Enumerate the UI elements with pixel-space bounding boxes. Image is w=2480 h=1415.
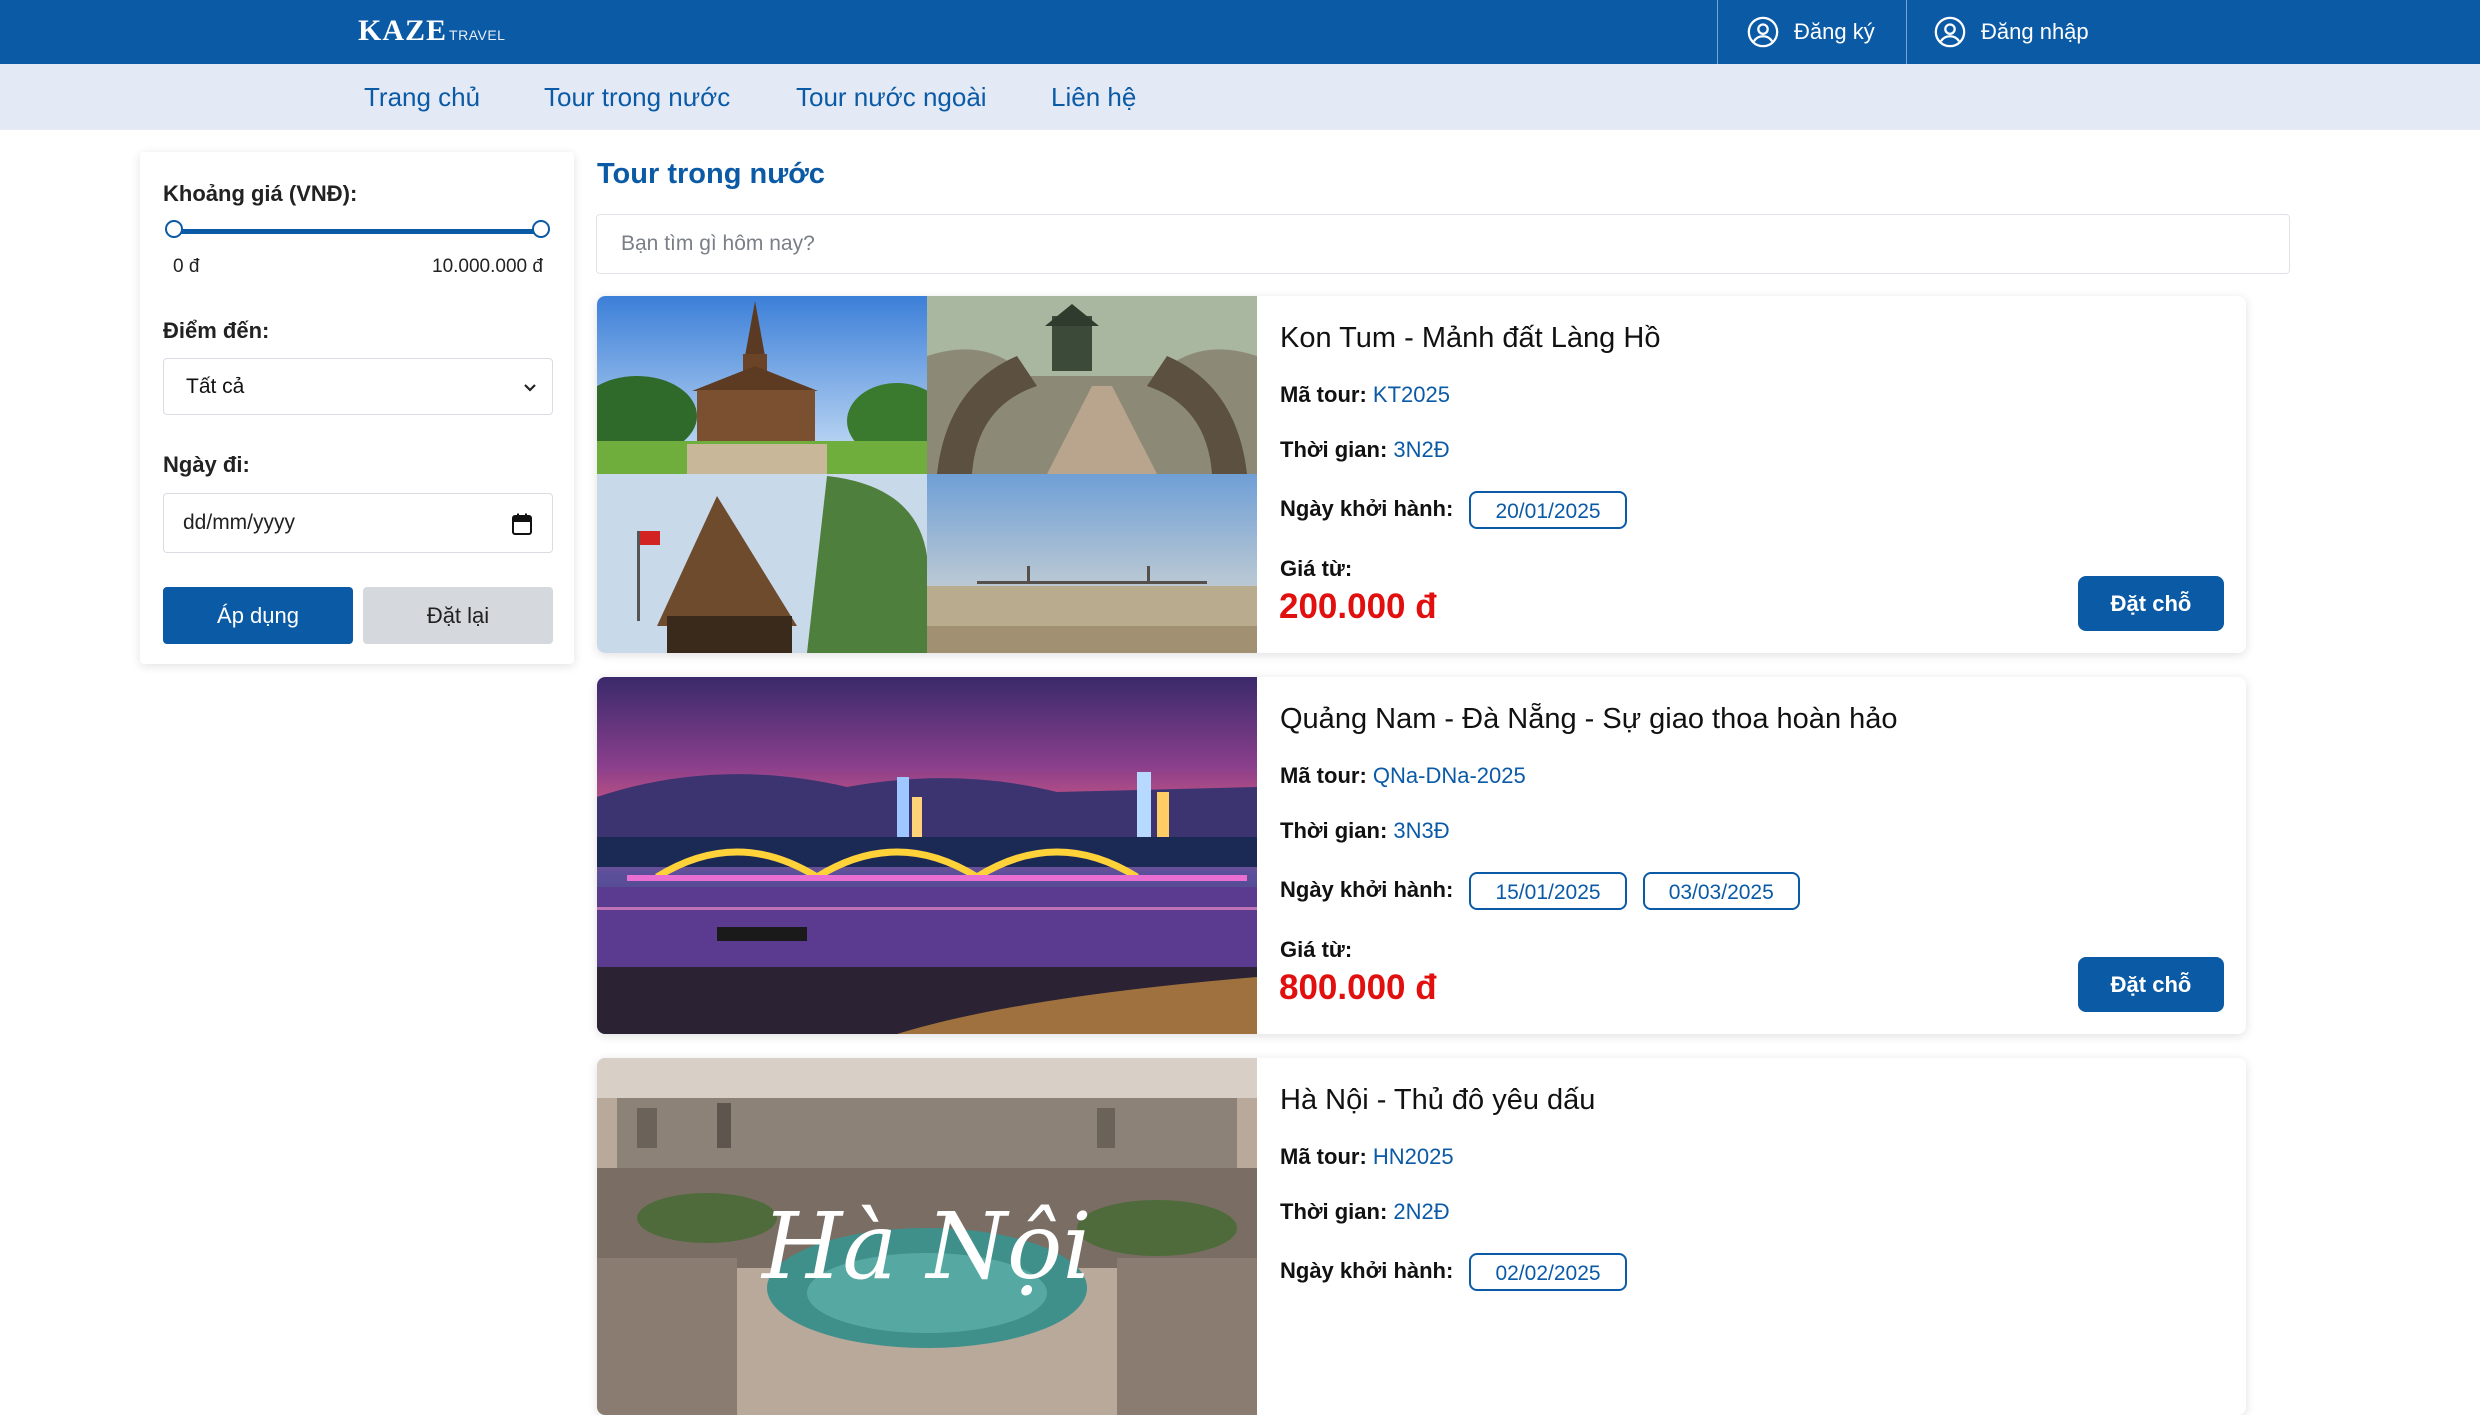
departure-date-chip[interactable]: 20/01/2025 — [1469, 491, 1627, 529]
price-range-label: Khoảng giá (VNĐ): — [163, 181, 358, 206]
tour-duration-label: Thời gian: — [1280, 818, 1388, 843]
tour-photo[interactable] — [597, 677, 1257, 1034]
brand-sub: TRAVEL — [449, 27, 506, 43]
photo-caption: Hà Nội — [760, 1193, 1092, 1300]
filter-panel: Khoảng giá (VNĐ): 0 đ 10.000.000 đ Điểm … — [140, 152, 574, 664]
tour-code-row: Mã tour: QNa-DNa-2025 — [1280, 763, 1526, 789]
tour-duration-label: Thời gian: — [1280, 1199, 1388, 1224]
login-button[interactable]: Đăng nhập — [1906, 0, 2106, 64]
price-max-value: 10.000.000 đ — [432, 256, 543, 277]
tour-dates-label: Ngày khởi hành: — [1280, 876, 1454, 902]
tour-photo[interactable] — [597, 296, 1257, 653]
tour-card: Quảng Nam - Đà Nẵng - Sự giao thoa hoàn … — [597, 677, 2246, 1034]
date-placeholder: dd/mm/yyyy — [183, 511, 296, 534]
tour-code: QNa-DNa-2025 — [1372, 763, 1526, 788]
tour-code: HN2025 — [1372, 1144, 1454, 1169]
calendar-icon[interactable] — [512, 513, 532, 535]
tour-dates-label: Ngày khởi hành: — [1280, 495, 1454, 521]
tour-code-row: Mã tour: HN2025 — [1280, 1144, 1454, 1170]
destination-label: Điểm đến: — [163, 318, 270, 343]
price-min-value: 0 đ — [173, 256, 200, 277]
tour-duration: 3N2Đ — [1393, 437, 1450, 462]
tour-duration-row: Thời gian: 3N3Đ — [1280, 818, 1450, 844]
book-button[interactable]: Đặt chỗ — [2078, 957, 2224, 1012]
departure-date-chip[interactable]: 15/01/2025 — [1469, 872, 1627, 910]
book-button[interactable]: Đặt chỗ — [2078, 576, 2224, 631]
price-label: Giá từ: — [1280, 556, 1353, 581]
price-range-track[interactable] — [174, 229, 541, 234]
brand-name: KAZE — [358, 14, 448, 47]
tour-price: 200.000 đ — [1279, 587, 1437, 626]
price-max-handle[interactable] — [532, 220, 550, 238]
login-label: Đăng nhập — [1981, 19, 2089, 44]
tour-dates-row: Ngày khởi hành: 02/02/2025 — [1280, 1253, 1627, 1291]
departure-date-chip[interactable]: 03/03/2025 — [1642, 872, 1800, 910]
departure-date-input[interactable]: dd/mm/yyyy — [163, 493, 553, 553]
tour-duration: 3N3Đ — [1393, 818, 1450, 843]
apply-filter-button[interactable]: Áp dụng — [163, 587, 353, 644]
tour-duration-row: Thời gian: 2N2Đ — [1280, 1199, 1450, 1225]
tour-duration: 2N2Đ — [1393, 1199, 1450, 1224]
tour-code-label: Mã tour: — [1280, 1144, 1367, 1169]
tour-dates-label: Ngày khởi hành: — [1280, 1257, 1454, 1283]
register-label: Đăng ký — [1794, 19, 1875, 44]
main-nav: Trang chủ Tour trong nước Tour nước ngoà… — [0, 64, 2480, 130]
nav-item-domestic-tours[interactable]: Tour trong nước — [544, 82, 730, 113]
date-label: Ngày đi: — [163, 452, 250, 477]
tour-code-label: Mã tour: — [1280, 763, 1367, 788]
price-min-handle[interactable] — [165, 220, 183, 238]
departure-date-chip[interactable]: 02/02/2025 — [1469, 1253, 1627, 1291]
tour-card: Kon Tum - Mảnh đất Làng Hồ Mã tour: KT20… — [597, 296, 2246, 653]
tour-name[interactable]: Quảng Nam - Đà Nẵng - Sự giao thoa hoàn … — [1280, 703, 1898, 736]
tour-photo[interactable]: Hà Nội — [597, 1058, 1257, 1415]
tour-duration-label: Thời gian: — [1280, 437, 1388, 462]
destination-select[interactable]: Tất cả — [163, 358, 553, 415]
tour-card: Hà Nội Hà Nội - Thủ đô yêu dấu Mã tour: … — [597, 1058, 2246, 1415]
price-label: Giá từ: — [1280, 937, 1353, 962]
tour-dates-row: Ngày khởi hành: 15/01/2025 03/03/2025 — [1280, 872, 1800, 910]
nav-item-international-tours[interactable]: Tour nước ngoài — [796, 82, 987, 113]
chevron-down-icon — [524, 384, 536, 392]
tour-code-row: Mã tour: KT2025 — [1280, 382, 1450, 408]
tour-dates-row: Ngày khởi hành: 20/01/2025 — [1280, 491, 1627, 529]
search-input[interactable]: Bạn tìm gì hôm nay? — [596, 214, 2290, 274]
tour-code: KT2025 — [1372, 382, 1450, 407]
tour-duration-row: Thời gian: 3N2Đ — [1280, 437, 1450, 463]
brand-logo[interactable]: KAZE TRAVEL — [358, 14, 505, 48]
page-title: Tour trong nước — [597, 158, 825, 190]
tour-name[interactable]: Hà Nội - Thủ đô yêu dấu — [1280, 1084, 1595, 1117]
nav-item-contact[interactable]: Liên hệ — [1051, 82, 1136, 113]
tour-code-label: Mã tour: — [1280, 382, 1367, 407]
destination-value: Tất cả — [186, 374, 245, 398]
search-placeholder: Bạn tìm gì hôm nay? — [621, 232, 815, 255]
user-circle-icon — [1747, 16, 1779, 48]
nav-item-home[interactable]: Trang chủ — [364, 82, 480, 113]
reset-filter-button[interactable]: Đặt lại — [363, 587, 553, 644]
register-button[interactable]: Đăng ký — [1717, 0, 1906, 64]
tour-price: 800.000 đ — [1279, 968, 1437, 1007]
top-bar: KAZE TRAVEL Đăng ký Đăng nhập — [0, 0, 2480, 64]
user-circle-icon — [1934, 16, 1966, 48]
tour-name[interactable]: Kon Tum - Mảnh đất Làng Hồ — [1280, 322, 1660, 355]
